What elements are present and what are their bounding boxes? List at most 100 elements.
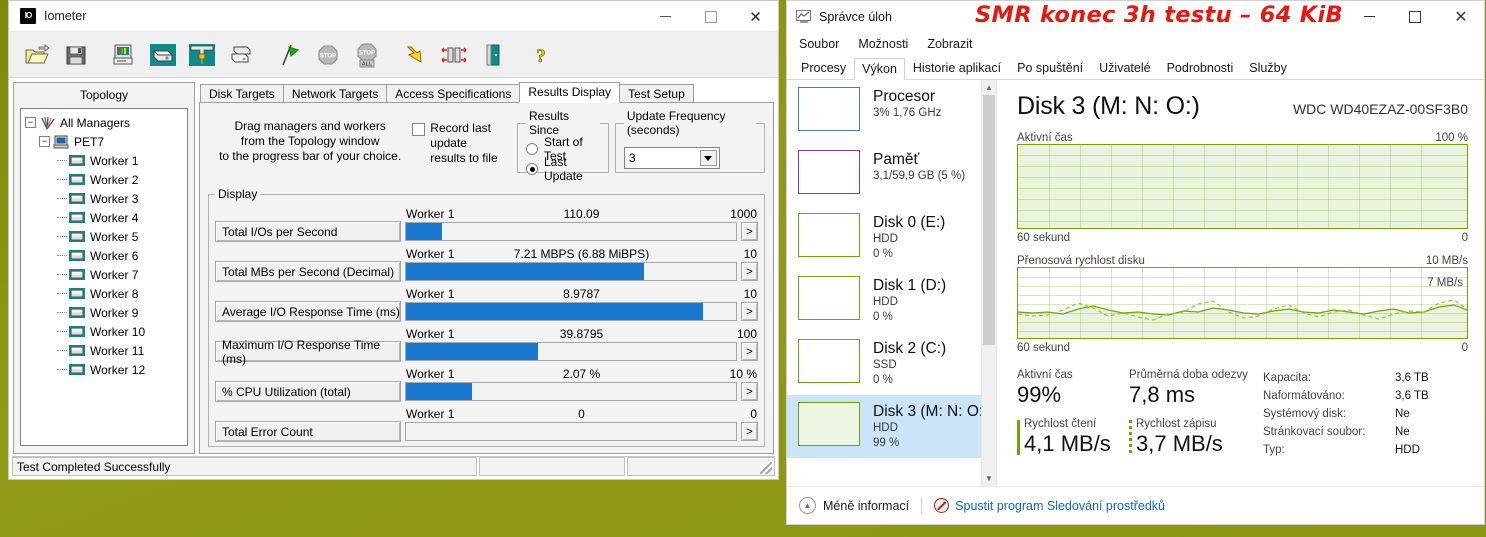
- expand-row-button[interactable]: >: [741, 342, 758, 361]
- annotation-text: SMR konec 3h testu – 64 KiB: [975, 2, 1343, 28]
- stop-test-button[interactable]: STOP: [308, 37, 347, 72]
- tree-connector: [57, 179, 67, 180]
- tree-item-worker[interactable]: Worker 6: [25, 246, 185, 265]
- record-results-checkbox-group[interactable]: Record last update results to file: [412, 109, 517, 166]
- display-metric-button[interactable]: Average I/O Response Time (ms): [215, 301, 401, 322]
- tree-item-worker[interactable]: Worker 4: [25, 208, 185, 227]
- scroll-up-icon[interactable]: ▲: [982, 80, 996, 95]
- tree-item-all-managers[interactable]: − All Managers: [25, 113, 185, 132]
- reset-button[interactable]: [395, 37, 434, 72]
- toolbar-group-run: STOP STOP ALL: [269, 37, 386, 72]
- resource-item-disk-2[interactable]: Disk 2 (C:) SSD 0 %: [787, 332, 996, 395]
- maximize-icon[interactable]: [688, 1, 733, 32]
- minimize-icon[interactable]: [643, 1, 688, 32]
- resource-item-disk-0[interactable]: Disk 0 (E:) HDD 0 %: [787, 206, 996, 269]
- radio-icon-selected[interactable]: [526, 163, 538, 175]
- new-network-worker-button[interactable]: [182, 37, 221, 72]
- worker-icon: [69, 268, 86, 282]
- tab-sluzby[interactable]: Služby: [1241, 57, 1295, 79]
- open-config-button[interactable]: [17, 37, 56, 72]
- progress-bar-track[interactable]: [405, 302, 737, 321]
- tree-item-worker[interactable]: Worker 7: [25, 265, 185, 284]
- resource-text: Disk 2 (C:) SSD 0 %: [873, 339, 946, 387]
- menu-zobrazit[interactable]: Zobrazit: [927, 37, 972, 51]
- tab-procesy[interactable]: Procesy: [793, 57, 854, 79]
- tree-item-pet7[interactable]: − PET7: [25, 132, 185, 151]
- tree-item-worker[interactable]: Worker 3: [25, 189, 185, 208]
- duplicate-worker-button[interactable]: [221, 37, 260, 72]
- display-metric-button[interactable]: Maximum I/O Response Time (ms): [215, 338, 401, 366]
- display-row-header: Worker 1 39.8795 100: [405, 325, 758, 342]
- tab-historie-aplikaci[interactable]: Historie aplikací: [905, 57, 1009, 79]
- expander-icon[interactable]: −: [39, 136, 50, 147]
- radio-icon[interactable]: [526, 143, 538, 155]
- progress-bar-track[interactable]: [405, 422, 737, 441]
- sidebar-scrollbar[interactable]: ▲ ▼: [981, 80, 996, 486]
- tab-results-display[interactable]: Results Display: [519, 82, 621, 103]
- tree-item-worker[interactable]: Worker 10: [25, 322, 185, 341]
- resource-item-memory[interactable]: Paměť 3,1/59,9 GB (5 %): [787, 143, 996, 206]
- resource-item-processor[interactable]: Procesor 3% 1,76 GHz: [787, 80, 996, 143]
- chevron-down-icon[interactable]: [699, 150, 717, 166]
- help-button[interactable]: ?: [521, 37, 560, 72]
- maximize-icon[interactable]: [1392, 1, 1438, 32]
- tab-test-setup[interactable]: Test Setup: [619, 84, 694, 103]
- display-metric-button[interactable]: Total MBs per Second (Decimal): [215, 261, 401, 282]
- display-metric-button[interactable]: % CPU Utilization (total): [215, 381, 401, 402]
- expand-row-button[interactable]: >: [741, 222, 758, 241]
- menu-moznosti[interactable]: Možnosti: [858, 37, 908, 51]
- update-frequency-select[interactable]: 3: [623, 147, 720, 169]
- new-manager-button[interactable]: [104, 37, 143, 72]
- expand-row-button[interactable]: >: [741, 302, 758, 321]
- tab-podrobnosti[interactable]: Podrobnosti: [1159, 57, 1242, 79]
- menu-soubor[interactable]: Soubor: [799, 37, 839, 51]
- start-tests-button[interactable]: [269, 37, 308, 72]
- resize-grip-icon[interactable]: [760, 462, 772, 474]
- swap-button[interactable]: [434, 37, 473, 72]
- task-manager-title-bar: Správce úloh SMR konec 3h testu – 64 KiB…: [787, 1, 1484, 32]
- progress-bar-track[interactable]: [405, 382, 737, 401]
- less-info-button[interactable]: Méně informací: [823, 499, 909, 513]
- scrollbar-thumb[interactable]: [983, 95, 995, 345]
- resource-item-disk-3[interactable]: Disk 3 (M: N: O:) HDD 99 %: [787, 395, 996, 458]
- tab-po-spusteni[interactable]: Po spuštění: [1009, 57, 1091, 79]
- tree-item-worker[interactable]: Worker 1: [25, 151, 185, 170]
- expander-icon[interactable]: −: [25, 117, 36, 128]
- close-icon[interactable]: ✕: [1438, 1, 1484, 32]
- worker-icon: [69, 192, 86, 206]
- tree-item-worker[interactable]: Worker 5: [25, 227, 185, 246]
- progress-bar-track[interactable]: [405, 222, 737, 241]
- tree-item-worker[interactable]: Worker 9: [25, 303, 185, 322]
- resource-monitor-link[interactable]: Spustit program Sledování prostředků: [955, 499, 1165, 513]
- tree-item-worker[interactable]: Worker 12: [25, 360, 185, 379]
- save-config-button[interactable]: [56, 37, 95, 72]
- display-metric-button[interactable]: Total Error Count: [215, 421, 401, 442]
- radio-last-update[interactable]: Last Update: [526, 155, 600, 183]
- progress-bar-track[interactable]: [405, 262, 737, 281]
- chevron-up-icon[interactable]: ▲: [799, 497, 816, 514]
- drag-hint-line2: from the Topology window: [240, 134, 380, 148]
- scroll-down-icon[interactable]: ▼: [982, 471, 996, 486]
- expand-row-button[interactable]: >: [741, 262, 758, 281]
- tree-item-worker[interactable]: Worker 2: [25, 170, 185, 189]
- tab-disk-targets[interactable]: Disk Targets: [200, 84, 284, 103]
- tab-network-targets[interactable]: Network Targets: [282, 84, 388, 103]
- close-icon[interactable]: ✕: [733, 1, 778, 32]
- record-results-checkbox[interactable]: [412, 123, 426, 136]
- expand-row-button[interactable]: >: [741, 382, 758, 401]
- display-metric-button[interactable]: Total I/Os per Second: [215, 221, 401, 242]
- topology-tree[interactable]: − All Managers − PET7 Worker 1 Worker 2 …: [20, 108, 188, 446]
- tab-uzivatele[interactable]: Uživatelé: [1091, 57, 1158, 79]
- tab-vykon[interactable]: Výkon: [854, 58, 905, 80]
- expand-row-button[interactable]: >: [741, 422, 758, 441]
- stop-all-tests-button[interactable]: STOP ALL: [347, 37, 386, 72]
- display-row-max-response: Maximum I/O Response Time (ms) Worker 1 …: [215, 325, 758, 366]
- progress-bar-track[interactable]: [405, 342, 737, 361]
- tree-item-worker[interactable]: Worker 8: [25, 284, 185, 303]
- tab-access-specifications[interactable]: Access Specifications: [386, 84, 521, 103]
- exit-button[interactable]: [473, 37, 512, 72]
- tree-item-worker[interactable]: Worker 11: [25, 341, 185, 360]
- minimize-icon[interactable]: [1346, 1, 1392, 32]
- new-disk-worker-button[interactable]: [143, 37, 182, 72]
- resource-item-disk-1[interactable]: Disk 1 (D:) HDD 0 %: [787, 269, 996, 332]
